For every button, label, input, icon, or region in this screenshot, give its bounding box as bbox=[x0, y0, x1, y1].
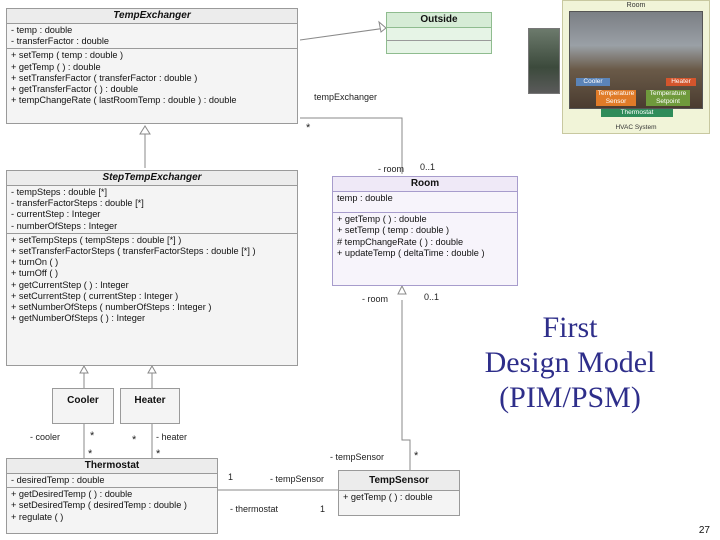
heater-multiplicity-a: * bbox=[132, 434, 137, 446]
thermostat-multiplicity: 1 bbox=[320, 504, 326, 514]
room-role-label-top: - room bbox=[378, 164, 405, 174]
class-name: TempSensor bbox=[339, 471, 459, 491]
attributes-section: temp : double bbox=[333, 192, 517, 214]
class-room[interactable]: Room temp : double + getTemp ( ) : doubl… bbox=[332, 176, 518, 286]
thermostat-role-label: - thermostat bbox=[230, 504, 279, 514]
operation: + getTemp ( ) : double bbox=[343, 492, 433, 502]
title-line-1: First bbox=[542, 311, 598, 344]
operation: + getTemp ( ) : double bbox=[11, 61, 101, 72]
cooler-generalization-arrow bbox=[79, 364, 89, 374]
temp-sensor-multiplicity-mid: 1 bbox=[228, 472, 234, 482]
thermostat-chip: Thermostat bbox=[601, 109, 673, 117]
operation: + setCurrentStep ( currentStep : Integer… bbox=[11, 290, 179, 301]
room-label: Room bbox=[626, 2, 646, 9]
class-name: Thermostat bbox=[7, 459, 217, 474]
temp-sensor-role-label-mid: - tempSensor bbox=[270, 474, 325, 484]
cooler-chip: Cooler bbox=[576, 78, 610, 86]
operation: + setTransferFactorSteps ( transferFacto… bbox=[11, 246, 256, 257]
room-role-label-bottom: - room bbox=[362, 294, 389, 304]
class-name: Outside bbox=[387, 13, 491, 28]
operation: + regulate ( ) bbox=[11, 511, 64, 522]
room-multiplicity-bottom: 0..1 bbox=[424, 292, 440, 302]
room-multiplicity-top: 0..1 bbox=[420, 162, 436, 172]
heater-multiplicity-b: * bbox=[156, 448, 161, 460]
operation: + getTransferFactor ( ) : double bbox=[11, 84, 139, 95]
temperature-sensor-chip: Temperature Sensor bbox=[596, 90, 636, 106]
temp-exchanger-role-label: tempExchanger bbox=[314, 92, 378, 102]
page-number: 27 bbox=[698, 525, 710, 536]
attribute: - temp : double bbox=[11, 25, 73, 35]
hvac-system-label: HVAC System bbox=[615, 124, 657, 131]
operation: + turnOff ( ) bbox=[11, 268, 59, 279]
attributes-section bbox=[387, 28, 491, 41]
operation: + setTempSteps ( tempSteps : double [*] … bbox=[11, 234, 182, 245]
heater-role-label: - heater bbox=[156, 432, 188, 442]
operation: + tempChangeRate ( lastRoomTemp : double… bbox=[11, 95, 237, 106]
attributes-section: - desiredTemp : double bbox=[7, 474, 217, 489]
operation: + getDesiredTemp ( ) : double bbox=[11, 489, 133, 500]
slide-title: First Design Model (PIM/PSM) bbox=[450, 310, 690, 415]
operation: + getCurrentStep ( ) : Integer bbox=[11, 279, 129, 290]
attributes-section: - temp : double - transferFactor : doubl… bbox=[7, 24, 297, 50]
class-heater[interactable]: Heater bbox=[120, 388, 180, 424]
operations-section: + getDesiredTemp ( ) : double + setDesir… bbox=[7, 488, 217, 524]
operations-section: + setTempSteps ( tempSteps : double [*] … bbox=[7, 234, 297, 326]
operation: + getNumberOfSteps ( ) : Integer bbox=[11, 313, 146, 324]
operation: + turnOn ( ) bbox=[11, 257, 59, 268]
attribute: - numberOfSteps : Integer bbox=[11, 220, 118, 231]
operation: # tempChangeRate ( ) : double bbox=[337, 236, 464, 247]
cooler-multiplicity-a: * bbox=[90, 430, 95, 442]
operation: + setNumberOfSteps ( numberOfSteps : Int… bbox=[11, 302, 212, 313]
class-temp-exchanger[interactable]: TempExchanger - temp : double - transfer… bbox=[6, 8, 298, 124]
class-name: Heater bbox=[134, 395, 166, 406]
temperature-setpoint-chip: Temperature Setpoint bbox=[646, 90, 690, 106]
attribute: - desiredTemp : double bbox=[11, 475, 105, 485]
outside-generalization-arrow bbox=[378, 20, 387, 33]
title-line-3: (PIM/PSM) bbox=[499, 381, 641, 414]
attribute: - tempSteps : double [*] bbox=[11, 187, 108, 197]
room-picture: Cooler Heater Temperature Sensor Tempera… bbox=[569, 11, 703, 109]
class-name: Cooler bbox=[67, 395, 99, 406]
step-generalization-arrow bbox=[139, 125, 151, 135]
temp-sensor-multiplicity-top: * bbox=[414, 450, 419, 462]
class-thermostat[interactable]: Thermostat - desiredTemp : double + getD… bbox=[6, 458, 218, 534]
attribute: temp : double bbox=[337, 193, 393, 203]
hvac-system-figure: Room Cooler Heater Temperature Sensor Te… bbox=[562, 0, 710, 134]
heater-generalization-arrow bbox=[147, 364, 157, 374]
attribute: - transferFactor : double bbox=[11, 36, 110, 47]
operation: + updateTemp ( deltaTime : double ) bbox=[337, 247, 485, 258]
operation: + setTransferFactor ( transferFactor : d… bbox=[11, 72, 198, 83]
temp-sensor-role-label-top: - tempSensor bbox=[330, 452, 385, 462]
outside-generalization-line bbox=[299, 27, 387, 41]
operation: + getTemp ( ) : double bbox=[337, 214, 427, 225]
operations-section: + setTemp ( temp : double ) + getTemp ( … bbox=[7, 49, 297, 107]
operations-section bbox=[387, 41, 491, 53]
room-bottom-arrow bbox=[397, 284, 407, 295]
photo-image bbox=[528, 28, 560, 94]
attribute: - currentStep : Integer bbox=[11, 209, 101, 220]
class-name: Room bbox=[333, 177, 517, 192]
attribute: - transferFactorSteps : double [*] bbox=[11, 198, 144, 209]
class-outside[interactable]: Outside bbox=[386, 12, 492, 54]
operations-section: + getTemp ( ) : double bbox=[339, 491, 459, 504]
class-cooler[interactable]: Cooler bbox=[52, 388, 114, 424]
class-name: TempExchanger bbox=[7, 9, 297, 24]
sensor-room-association bbox=[401, 318, 411, 470]
attributes-section: - tempSteps : double [*] - transferFacto… bbox=[7, 186, 297, 234]
cooler-role-label: - cooler bbox=[30, 432, 61, 442]
class-temp-sensor[interactable]: TempSensor + getTemp ( ) : double bbox=[338, 470, 460, 516]
class-name: StepTempExchanger bbox=[7, 171, 297, 186]
title-line-2: Design Model bbox=[484, 346, 656, 379]
operation: + setDesiredTemp ( desiredTemp : double … bbox=[11, 500, 187, 511]
operations-section: + getTemp ( ) : double + setTemp ( temp … bbox=[333, 213, 517, 260]
temp-exchanger-multiplicity: * bbox=[306, 122, 311, 134]
class-step-temp-exchanger[interactable]: StepTempExchanger - tempSteps : double [… bbox=[6, 170, 298, 366]
operation: + setTemp ( temp : double ) bbox=[337, 225, 450, 236]
operation: + setTemp ( temp : double ) bbox=[11, 50, 124, 61]
heater-chip: Heater bbox=[666, 78, 696, 86]
cooler-multiplicity-b: * bbox=[88, 448, 93, 460]
